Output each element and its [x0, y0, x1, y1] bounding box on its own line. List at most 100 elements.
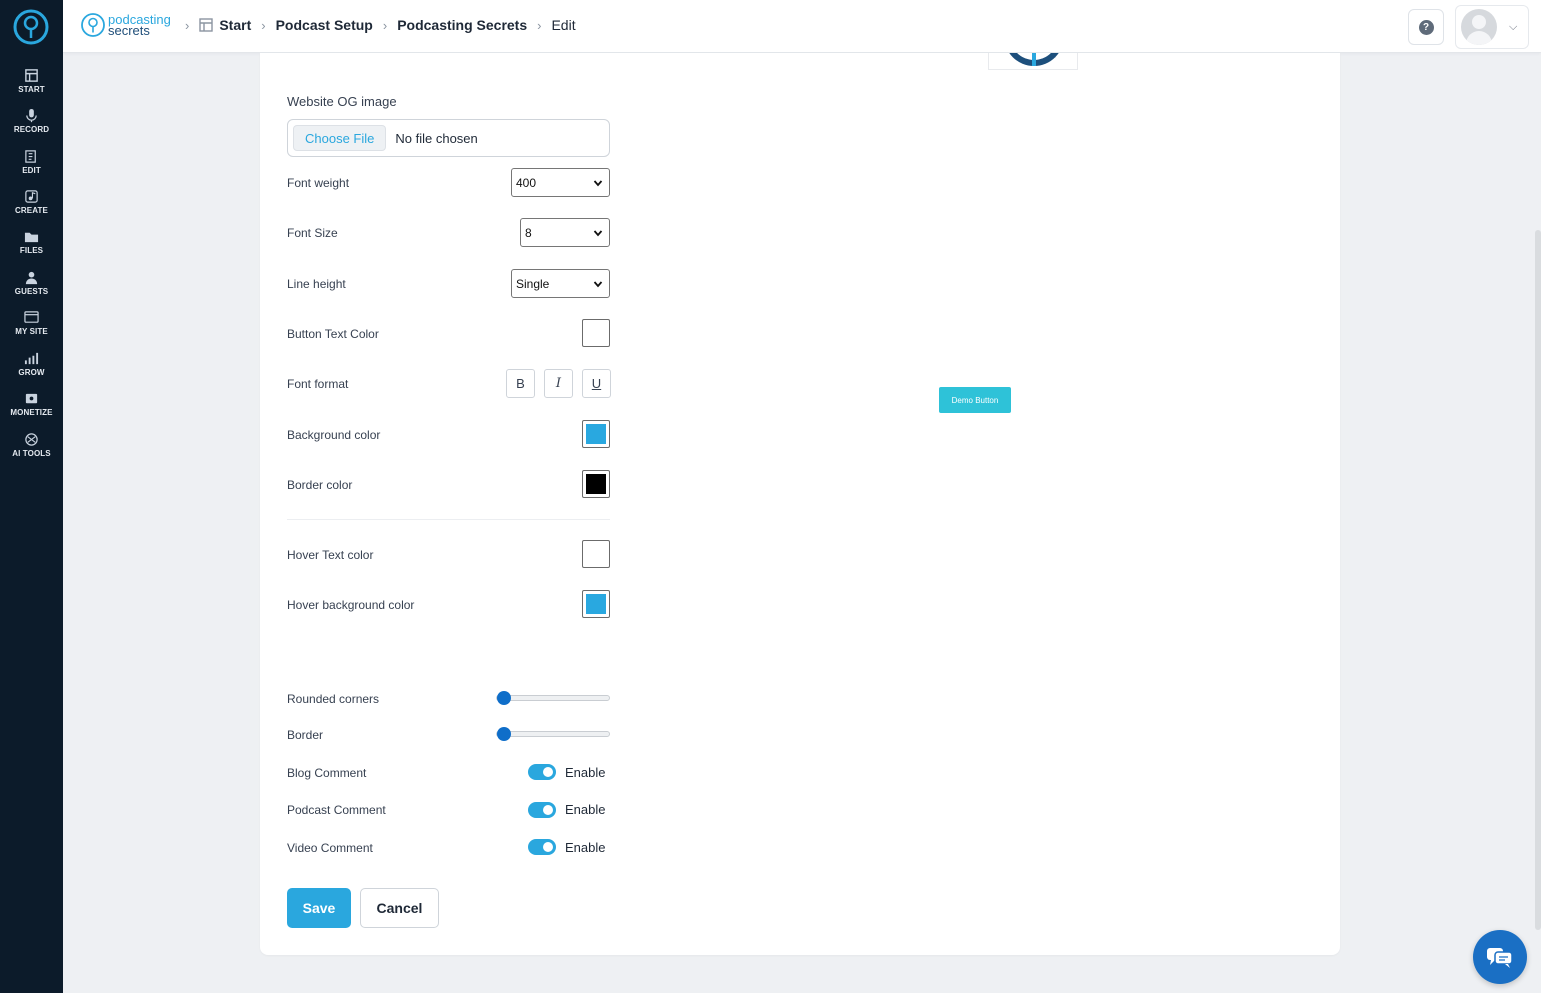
- border-color-label: Border color: [287, 478, 353, 492]
- help-icon: ?: [1418, 19, 1434, 35]
- bold-button[interactable]: B: [506, 369, 535, 398]
- chevron-right-icon: ›: [185, 17, 190, 33]
- hover-text-color-picker[interactable]: [582, 540, 610, 568]
- sidebar-item-label: RECORD: [13, 125, 50, 134]
- brand-wordmark: podcasting secrets: [108, 13, 171, 37]
- video-comment-label: Video Comment: [287, 841, 373, 855]
- border-label: Border: [287, 728, 324, 742]
- video-comment-enable-text: Enable: [565, 840, 606, 855]
- create-icon: [25, 190, 38, 203]
- settings-card: Website OG image Choose File No file cho…: [260, 53, 1340, 955]
- og-image-label: Website OG image: [287, 94, 397, 109]
- top-header: podcasting secrets › Start › Podcast Set…: [63, 0, 1541, 53]
- brand-logo[interactable]: podcasting secrets: [80, 10, 171, 40]
- sidebar-item-start[interactable]: START: [0, 68, 63, 104]
- underline-button[interactable]: U: [582, 369, 611, 398]
- bold-icon: B: [516, 376, 525, 391]
- chat-icon: [1487, 948, 1513, 968]
- italic-button[interactable]: I: [544, 369, 573, 398]
- sidebar-item-edit[interactable]: EDIT: [0, 149, 63, 185]
- og-image-preview: [988, 53, 1078, 70]
- podcast-comment-label: Podcast Comment: [287, 803, 386, 817]
- section-divider: [287, 519, 610, 520]
- og-image-file-input[interactable]: Choose File No file chosen: [287, 119, 610, 157]
- background-color-picker[interactable]: [582, 420, 610, 448]
- file-status-text: No file chosen: [395, 130, 478, 146]
- files-icon: [24, 232, 39, 243]
- button-text-color-label: Button Text Color: [287, 327, 379, 341]
- my-site-icon: [24, 311, 39, 323]
- demo-button-preview[interactable]: Demo Button: [939, 387, 1011, 413]
- sidebar-item-create[interactable]: CREATE: [0, 189, 63, 225]
- breadcrumb-edit: Edit: [551, 17, 576, 33]
- hover-background-color-picker[interactable]: [582, 590, 610, 618]
- sidebar-item-files[interactable]: FILES: [0, 229, 63, 265]
- video-comment-toggle[interactable]: [528, 839, 556, 855]
- background-color-label: Background color: [287, 428, 381, 442]
- chevron-down-icon: ⌵: [1509, 20, 1518, 33]
- italic-icon: I: [555, 376, 562, 391]
- sidebar-item-record[interactable]: RECORD: [0, 108, 63, 144]
- line-height-select[interactable]: Single: [511, 269, 610, 298]
- blog-comment-label: Blog Comment: [287, 766, 367, 780]
- chevron-right-icon: ›: [537, 17, 542, 33]
- avatar: [1461, 9, 1497, 45]
- sidebar-item-label: GROW: [18, 368, 45, 377]
- monetize-icon: [25, 393, 38, 404]
- sidebar-item-label: EDIT: [22, 166, 41, 175]
- font-weight-value: 400: [516, 175, 537, 190]
- breadcrumb-podcasting-secrets[interactable]: Podcasting Secrets: [397, 17, 527, 33]
- podcast-comment-toggle[interactable]: [528, 802, 556, 818]
- hover-text-color-label: Hover Text color: [287, 548, 374, 562]
- line-height-value: Single: [516, 276, 550, 291]
- slider-handle[interactable]: [497, 727, 511, 741]
- sidebar-item-grow[interactable]: GROW: [0, 351, 63, 387]
- sidebar-item-label: MONETIZE: [10, 408, 53, 417]
- font-size-label: Font Size: [287, 226, 338, 240]
- font-weight-select[interactable]: 400: [511, 168, 610, 197]
- sidebar-item-guests[interactable]: GUESTS: [0, 270, 63, 306]
- underline-icon: U: [591, 376, 602, 391]
- slider-handle[interactable]: [497, 691, 511, 705]
- border-slider[interactable]: [496, 727, 610, 741]
- podcast-comment-enable-text: Enable: [565, 802, 606, 817]
- ai-tools-icon: [25, 433, 38, 446]
- sidebar-item-ai-tools[interactable]: AI TOOLS: [0, 432, 63, 468]
- grow-icon: [24, 352, 39, 365]
- breadcrumb-podcast-setup[interactable]: Podcast Setup: [276, 17, 373, 33]
- blog-comment-enable-text: Enable: [565, 765, 606, 780]
- rounded-corners-slider[interactable]: [496, 691, 610, 705]
- sidebar-item-label: AI TOOLS: [12, 449, 51, 458]
- font-size-select[interactable]: 8: [520, 218, 610, 247]
- cancel-button[interactable]: Cancel: [360, 888, 439, 928]
- sidebar-item-label: START: [18, 85, 45, 94]
- line-height-label: Line height: [287, 277, 346, 291]
- chevron-down-icon: [593, 179, 603, 186]
- border-color-picker[interactable]: [582, 470, 610, 498]
- font-size-value: 8: [525, 225, 532, 240]
- page-scrollbar[interactable]: [1535, 230, 1541, 930]
- button-text-color-picker[interactable]: [582, 319, 610, 347]
- sidebar-item-monetize[interactable]: MONETIZE: [0, 391, 63, 427]
- breadcrumb-start[interactable]: Start: [219, 17, 251, 33]
- save-button[interactable]: Save: [287, 888, 351, 928]
- hover-background-color-label: Hover background color: [287, 598, 415, 612]
- choose-file-button[interactable]: Choose File: [293, 125, 387, 151]
- font-weight-label: Font weight: [287, 176, 350, 190]
- guests-icon: [25, 271, 38, 285]
- help-button[interactable]: ?: [1408, 9, 1444, 45]
- chevron-right-icon: ›: [382, 17, 388, 33]
- sidebar-item-label: CREATE: [15, 206, 48, 215]
- edit-icon: [25, 150, 36, 163]
- sidebar-item-my-site[interactable]: MY SITE: [0, 310, 63, 346]
- chat-widget-button[interactable]: [1473, 930, 1527, 984]
- start-icon: [199, 18, 214, 32]
- sidebar-item-label: MY SITE: [15, 327, 48, 336]
- blog-comment-toggle[interactable]: [528, 764, 556, 780]
- app-logo-icon[interactable]: [12, 8, 50, 46]
- font-format-label: Font format: [287, 377, 349, 391]
- chevron-down-icon: [593, 229, 603, 236]
- user-menu-button[interactable]: ⌵: [1455, 5, 1529, 49]
- chevron-down-icon: [593, 280, 603, 287]
- breadcrumb: › Start › Podcast Setup › Podcasting Sec…: [185, 17, 576, 33]
